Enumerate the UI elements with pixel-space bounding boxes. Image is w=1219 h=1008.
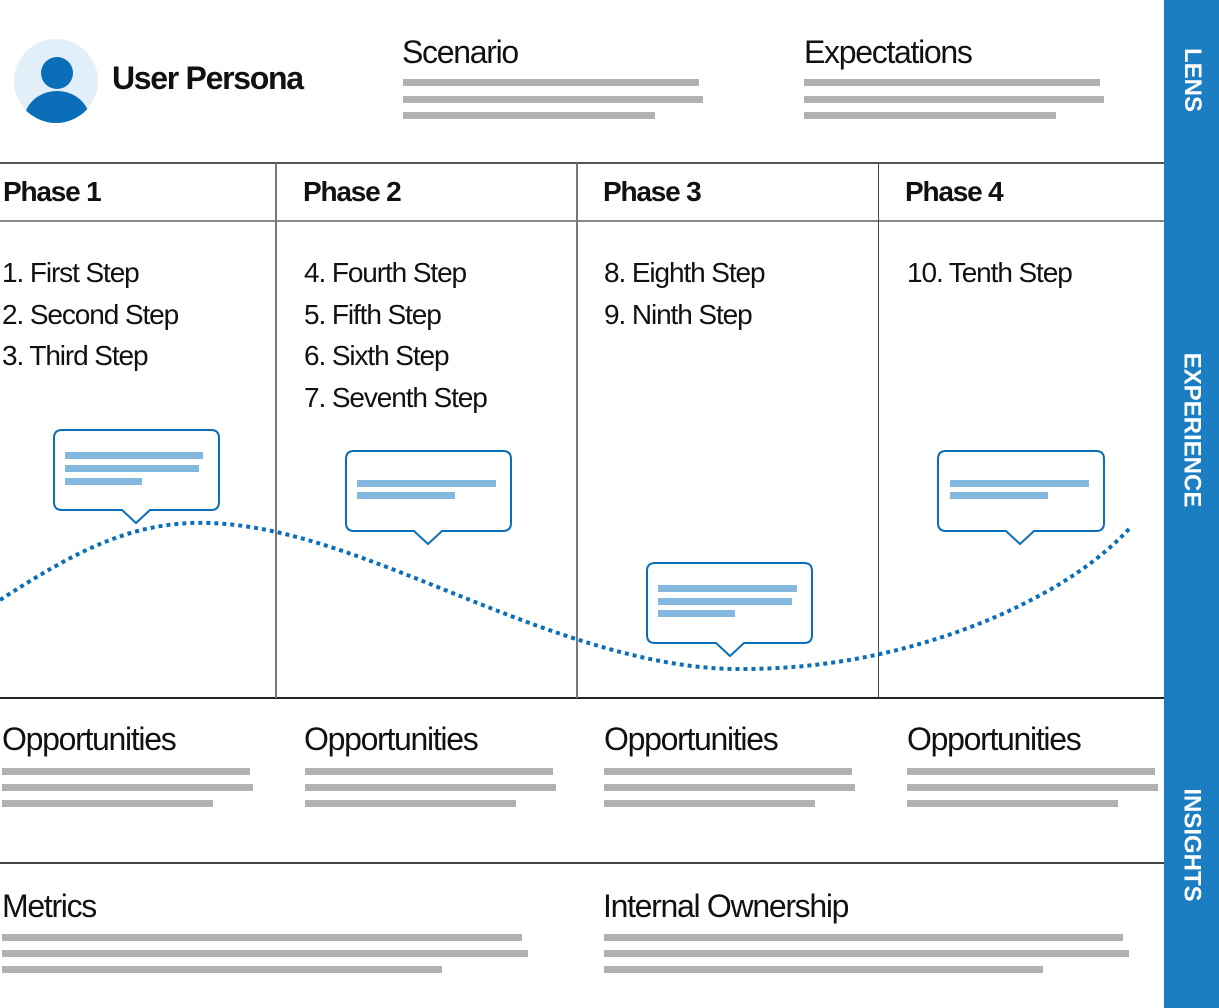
placeholder-line bbox=[907, 784, 1158, 791]
placeholder-line bbox=[2, 934, 522, 941]
placeholder-line bbox=[604, 800, 815, 807]
ownership-title: Internal Ownership bbox=[603, 888, 849, 924]
experience-label: EXPERIENCE bbox=[1178, 352, 1206, 508]
opportunities-4-title: Opportunities bbox=[907, 721, 1082, 757]
band-label-lens: LENS bbox=[1164, 40, 1219, 120]
placeholder-line bbox=[604, 950, 1129, 957]
placeholder-line bbox=[604, 966, 1043, 973]
metrics-title: Metrics bbox=[2, 888, 97, 924]
bubble-line bbox=[357, 492, 455, 499]
opportunities-1-title: Opportunities bbox=[2, 721, 177, 757]
placeholder-line bbox=[604, 784, 855, 791]
band-label-experience: EXPERIENCE bbox=[1164, 330, 1219, 530]
opportunities-3-title: Opportunities bbox=[604, 721, 779, 757]
placeholder-line bbox=[2, 966, 442, 973]
band-label-insights: INSIGHTS bbox=[1164, 788, 1219, 902]
placeholder-line bbox=[2, 784, 253, 791]
speech-bubble-phase-1 bbox=[53, 429, 220, 525]
placeholder-line bbox=[2, 768, 250, 775]
bubble-line bbox=[65, 465, 199, 472]
bubble-line bbox=[357, 480, 496, 487]
bubble-line bbox=[65, 478, 142, 485]
placeholder-line bbox=[305, 800, 516, 807]
speech-bubble-phase-2 bbox=[345, 450, 512, 546]
placeholder-line bbox=[604, 768, 852, 775]
speech-bubble-phase-3 bbox=[646, 562, 813, 658]
bubble-line bbox=[950, 492, 1048, 499]
placeholder-line bbox=[2, 800, 213, 807]
placeholder-line bbox=[305, 784, 556, 791]
speech-bubble-phase-4 bbox=[937, 450, 1105, 546]
insights-label: INSIGHTS bbox=[1178, 788, 1206, 902]
placeholder-line bbox=[907, 800, 1118, 807]
bubble-line bbox=[658, 610, 735, 617]
placeholder-line bbox=[604, 934, 1123, 941]
bubble-line bbox=[658, 598, 792, 605]
bubbles-layer bbox=[53, 429, 1105, 658]
lens-label: LENS bbox=[1178, 47, 1206, 113]
bubble-line bbox=[65, 452, 203, 459]
bubble-line bbox=[950, 480, 1089, 487]
placeholder-line bbox=[2, 950, 528, 957]
placeholder-line bbox=[305, 768, 553, 775]
bubble-line bbox=[658, 585, 797, 592]
opportunities-2-title: Opportunities bbox=[304, 721, 479, 757]
placeholder-line bbox=[907, 768, 1155, 775]
